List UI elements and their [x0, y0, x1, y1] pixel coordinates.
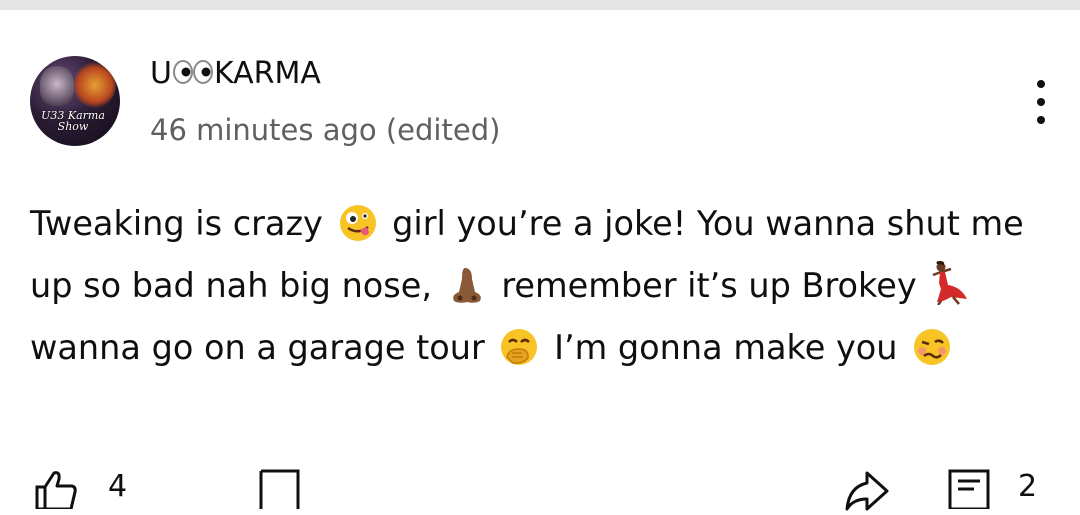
comment-body-text: I’m gonna make you: [554, 328, 898, 367]
like-count: 4: [108, 469, 128, 504]
comment-card: U33 Karma Show U KARMA 46 minutes ago (e…: [0, 10, 1080, 511]
share-icon[interactable]: [845, 471, 889, 515]
nose-emoji-icon: [447, 265, 487, 321]
avatar-face: [40, 66, 74, 106]
author-name-suffix: KARMA: [213, 56, 321, 91]
more-dot-icon: [1037, 98, 1045, 106]
zany-face-emoji-icon: [338, 203, 378, 259]
comment-body-text: Tweaking is crazy: [30, 204, 323, 243]
thumbs-up-icon[interactable]: [34, 469, 78, 513]
comment-body-text: wanna go on a garage tour: [30, 328, 485, 367]
comment-timestamp: 46 minutes ago (edited): [150, 113, 501, 147]
top-divider: [0, 0, 1080, 10]
eyes-emoji-icon: [172, 55, 213, 95]
woozy-face-emoji-icon: [912, 327, 952, 383]
dancing-woman-emoji-icon: [931, 261, 971, 321]
reply-icon[interactable]: [948, 469, 990, 513]
avatar[interactable]: U33 Karma Show: [30, 56, 120, 146]
reply-count: 2: [1018, 469, 1038, 504]
avatar-text: U33 Karma Show: [41, 109, 105, 133]
comment-action-bar: 4 2: [0, 455, 1080, 511]
thumbs-down-icon[interactable]: [258, 469, 302, 513]
avatar-glow: [74, 62, 116, 108]
more-options-button[interactable]: [1024, 80, 1058, 124]
hand-over-mouth-emoji-icon: [499, 327, 539, 383]
comment-body-text: remember it’s up Brokey: [501, 266, 917, 305]
more-dot-icon: [1037, 80, 1045, 88]
more-dot-icon: [1037, 116, 1045, 124]
author-name-prefix: U: [150, 56, 172, 91]
comment-body: Tweaking is crazy girl you’re a joke! Yo…: [30, 197, 1050, 383]
author-name[interactable]: U KARMA: [150, 54, 321, 95]
